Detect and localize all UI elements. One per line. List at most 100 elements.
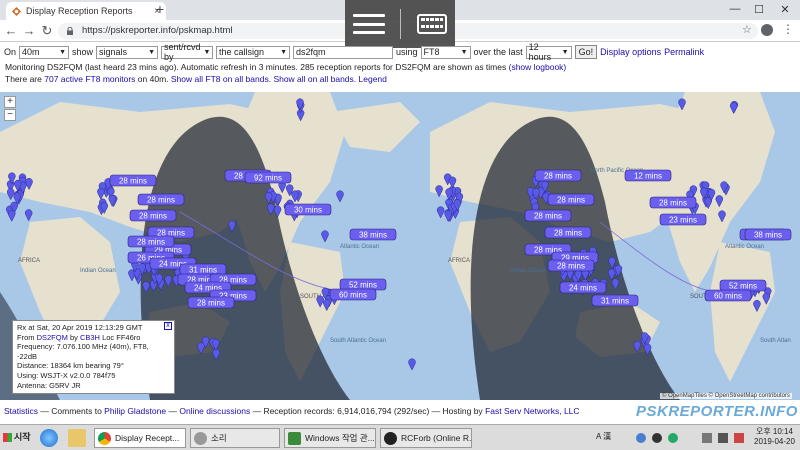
time-bubble[interactable]: 31 mins bbox=[591, 294, 639, 307]
chevron-down-icon: ▼ bbox=[59, 48, 67, 56]
receiver-pin[interactable] bbox=[435, 185, 443, 198]
taskbar-item-sound[interactable]: 소리 bbox=[190, 428, 280, 448]
reload-button[interactable]: ↻ bbox=[40, 23, 54, 39]
time-bubble[interactable]: 28 mins bbox=[137, 193, 185, 206]
period-select[interactable]: 12 hours ▼ bbox=[525, 42, 572, 62]
help-icon[interactable] bbox=[636, 433, 646, 443]
time-bubble-label: 30 mins bbox=[294, 206, 322, 215]
time-bubble[interactable]: 28 mins bbox=[524, 209, 572, 222]
show-all-ft8-link[interactable]: Show all FT8 on all bands. bbox=[171, 74, 271, 84]
keyboard-icon[interactable] bbox=[417, 14, 448, 34]
time-bubble[interactable]: 31 mins bbox=[179, 263, 227, 276]
time-bubble-label: 28 mins bbox=[544, 172, 572, 181]
lock-icon bbox=[67, 27, 73, 35]
time-bubble[interactable]: 38 mins bbox=[744, 228, 792, 241]
site-brand-watermark: PSKREPORTER.INFO bbox=[636, 403, 798, 420]
time-bubble[interactable]: 12 mins bbox=[624, 169, 672, 182]
time-bubble[interactable]: 52 mins bbox=[719, 279, 767, 292]
popup-antenna: Antenna: G5RV JR bbox=[17, 380, 81, 390]
mode-select[interactable]: FT8 ▼ bbox=[420, 45, 471, 59]
taskbar-item-chrome[interactable]: Display Recept... bbox=[94, 428, 186, 448]
time-bubble[interactable]: 28 mins bbox=[109, 174, 157, 187]
label-africa-1: AFRICA bbox=[18, 258, 40, 264]
from-call-link[interactable]: DS2FQM bbox=[37, 333, 68, 342]
popup-rx: Rx at Sat, 20 Apr 2019 12:13:29 GMT bbox=[17, 323, 143, 332]
time-bubble[interactable]: 60 mins bbox=[329, 288, 377, 301]
legend-link[interactable]: Legend bbox=[359, 74, 387, 84]
time-bubble-label: 28 mins bbox=[659, 199, 687, 208]
popup-close-button[interactable]: x bbox=[164, 322, 172, 330]
time-bubble[interactable]: 28 mins bbox=[534, 169, 582, 182]
flag-icon[interactable] bbox=[734, 433, 744, 443]
maximize-button[interactable]: ☐ bbox=[752, 3, 766, 16]
time-bubble[interactable]: 60 mins bbox=[704, 289, 752, 302]
bookmark-star-icon[interactable]: ☆ bbox=[742, 23, 752, 36]
time-bubble[interactable]: 30 mins bbox=[284, 203, 332, 216]
taskbar-item-rcforb[interactable]: RCForb (Online R... bbox=[380, 428, 472, 448]
time-bubble[interactable]: 28 mins bbox=[127, 235, 175, 248]
receiver-pin[interactable] bbox=[408, 358, 416, 371]
time-bubble[interactable]: 28 mins bbox=[649, 196, 697, 209]
time-bubble[interactable]: 92 mins bbox=[244, 171, 292, 184]
show-select[interactable]: signals ▼ bbox=[96, 45, 159, 59]
start-button[interactable]: 시작 bbox=[2, 428, 32, 447]
fastserv-link[interactable]: Fast Serv Networks, LLC bbox=[485, 406, 579, 416]
go-button[interactable]: Go! bbox=[574, 45, 598, 59]
time-bubble-label: 23 mins bbox=[669, 216, 697, 225]
time-bubble[interactable]: 24 mins bbox=[559, 281, 607, 294]
target-select[interactable]: the callsign ▼ bbox=[216, 45, 291, 59]
browser-tab[interactable]: Display Reception Reports × bbox=[6, 2, 166, 20]
reception-popup: x Rx at Sat, 20 Apr 2019 12:13:29 GMT Fr… bbox=[12, 320, 175, 394]
browser-menu-icon[interactable]: ⋮ bbox=[782, 22, 794, 36]
receiver-pin[interactable] bbox=[6, 188, 15, 201]
band-select[interactable]: 40m ▼ bbox=[19, 45, 70, 59]
minimize-button[interactable]: — bbox=[728, 3, 742, 15]
receiver-pin[interactable] bbox=[24, 209, 33, 222]
direction-select[interactable]: sent/rcvd by ▼ bbox=[161, 42, 214, 62]
show-logbook-link[interactable]: (show logbook) bbox=[509, 62, 567, 72]
folder-icon[interactable] bbox=[68, 429, 86, 447]
receiver-pin[interactable] bbox=[336, 190, 344, 203]
chevron-down-icon: ▼ bbox=[280, 48, 288, 56]
close-window-button[interactable]: ✕ bbox=[778, 3, 792, 16]
zoom-out-button[interactable]: − bbox=[4, 109, 16, 121]
time-bubble[interactable]: 28 mins bbox=[129, 209, 177, 222]
account-avatar[interactable] bbox=[761, 24, 773, 36]
tab-title: Display Reception Reports bbox=[26, 6, 133, 16]
show-all-bands-link[interactable]: Show all on all bands. bbox=[273, 74, 356, 84]
rcforb-icon bbox=[384, 432, 397, 445]
network-icon[interactable] bbox=[702, 433, 712, 443]
receiver-pin[interactable] bbox=[8, 209, 16, 222]
online-discussions-link[interactable]: Online discussions bbox=[179, 406, 250, 416]
hamburger-menu-icon[interactable] bbox=[352, 14, 385, 34]
receiver-pin[interactable] bbox=[436, 206, 445, 219]
tray-app-icon[interactable] bbox=[652, 433, 662, 443]
zoom-in-button[interactable]: + bbox=[4, 96, 16, 108]
time-bubble[interactable]: 23 mins bbox=[659, 213, 707, 226]
volume-icon[interactable] bbox=[718, 433, 728, 443]
taskbar-item-task-manager[interactable]: Windows 작업 관... bbox=[284, 428, 376, 448]
forward-button[interactable]: → bbox=[22, 23, 36, 38]
display-options-link[interactable]: Display options bbox=[600, 47, 661, 57]
tray-app-icon[interactable] bbox=[668, 433, 678, 443]
time-bubble[interactable]: 28 mins bbox=[187, 296, 235, 309]
time-bubble[interactable]: 28 mins bbox=[544, 226, 592, 239]
url-text: https://pskreporter.info/pskmap.html bbox=[82, 25, 233, 36]
time-bubble[interactable]: 28 mins bbox=[547, 193, 595, 206]
statistics-link[interactable]: Statistics bbox=[4, 406, 38, 416]
active-monitors-link[interactable]: 707 active FT8 monitors bbox=[44, 74, 135, 84]
by-call-link[interactable]: CB3H bbox=[80, 333, 100, 342]
new-tab-button[interactable]: + bbox=[152, 2, 168, 18]
time-bubble[interactable]: 38 mins bbox=[349, 228, 397, 241]
receiver-pin[interactable] bbox=[321, 230, 329, 243]
ie-icon[interactable] bbox=[40, 429, 58, 447]
back-button[interactable]: ← bbox=[4, 23, 18, 38]
popup-from: From DS2FQM by CB3H Loc FF46ro bbox=[17, 332, 141, 342]
time-bubble[interactable]: 28 mins bbox=[547, 259, 595, 272]
philip-link[interactable]: Philip Gladstone bbox=[104, 406, 166, 416]
time-bubble[interactable]: 52 mins bbox=[339, 278, 387, 291]
permalink-link[interactable]: Permalink bbox=[664, 47, 704, 57]
system-clock[interactable]: 오후 10:14 2019-04-20 bbox=[754, 427, 795, 447]
ime-indicator[interactable]: A 漢 bbox=[596, 431, 611, 442]
callsign-input[interactable]: ds2fqm bbox=[293, 45, 394, 59]
